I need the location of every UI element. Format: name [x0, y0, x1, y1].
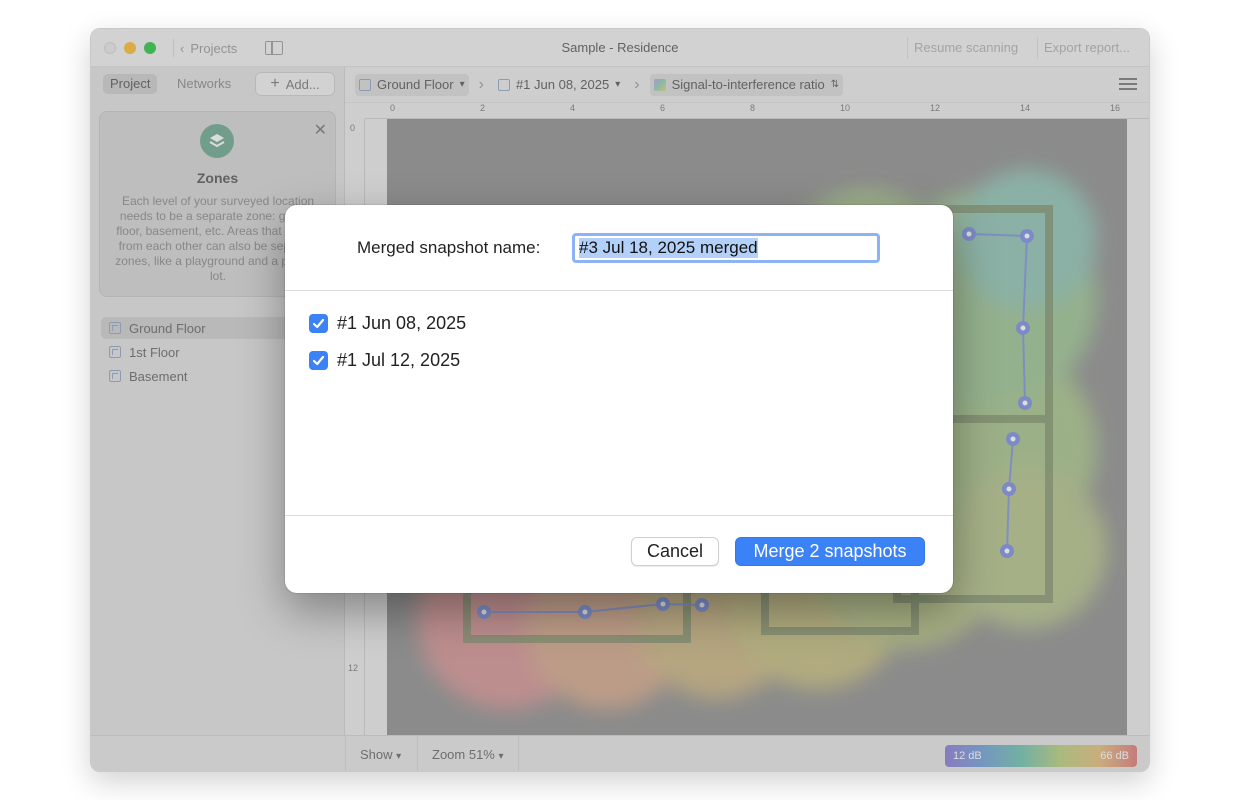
checkbox-checked-icon[interactable] [309, 351, 328, 370]
snapshot-label: #1 Jun 08, 2025 [337, 313, 467, 333]
cancel-button[interactable]: Cancel [631, 537, 719, 566]
checkbox-checked-icon[interactable] [309, 314, 328, 333]
merge-snapshots-button[interactable]: Merge 2 snapshots [735, 537, 925, 566]
snapshot-label: #1 Jul 12, 2025 [337, 350, 461, 370]
snapshot-name-label: Merged snapshot name: [357, 238, 541, 257]
merge-snapshots-dialog: Merged snapshot name: #3 Jul 18, 2025 me… [285, 205, 953, 593]
snapshot-name-value: #3 Jul 18, 2025 merged [579, 238, 758, 258]
divider [285, 290, 953, 291]
snapshot-checkbox-row[interactable]: #1 Jul 12, 2025 [309, 350, 460, 371]
divider [285, 515, 953, 516]
snapshot-checkbox-row[interactable]: #1 Jun 08, 2025 [309, 313, 466, 334]
snapshot-name-input[interactable]: #3 Jul 18, 2025 merged [572, 233, 880, 263]
